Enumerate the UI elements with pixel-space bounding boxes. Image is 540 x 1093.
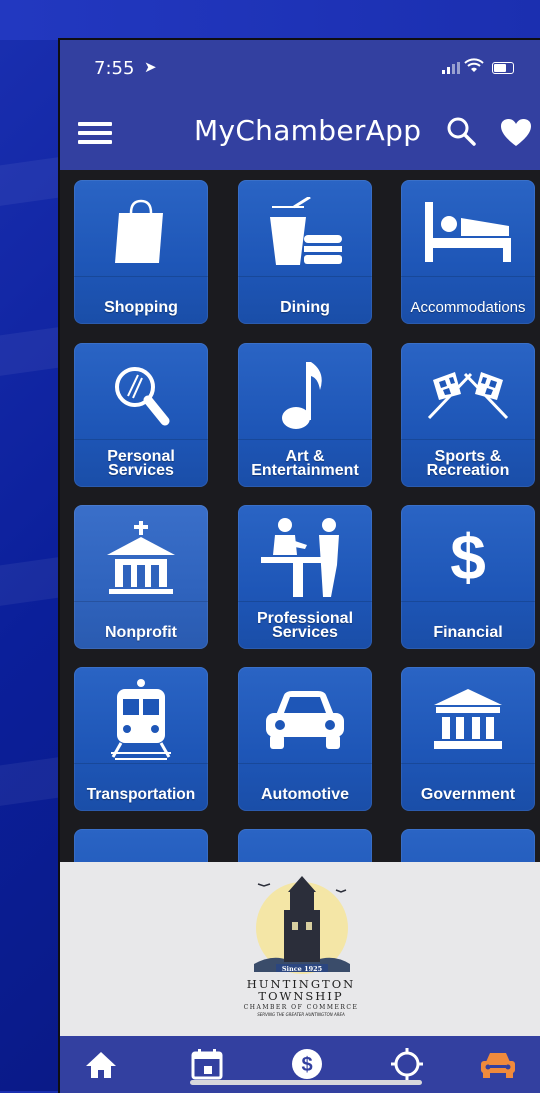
- app-bar: MyChamberApp: [60, 96, 540, 170]
- heart-icon[interactable]: [500, 118, 532, 148]
- category-icon-partial: [238, 839, 372, 862]
- menu-icon[interactable]: [78, 122, 112, 144]
- category-label: Nonprofit: [105, 624, 177, 641]
- category-label-line2: Services: [108, 462, 174, 479]
- category-label: Government: [420, 786, 516, 803]
- svg-text:$: $: [301, 1054, 312, 1076]
- music-note-icon: [238, 353, 372, 437]
- logo-line2: TOWNSHIP: [258, 989, 343, 1003]
- train-icon: [74, 677, 208, 761]
- category-tile-professional-services[interactable]: Professional Services: [238, 505, 372, 649]
- car-tab-icon[interactable]: [478, 1048, 518, 1080]
- wifi-icon: [464, 58, 484, 79]
- car-icon: [238, 677, 372, 761]
- category-tile-personal-services[interactable]: Personal Services: [74, 343, 208, 487]
- category-label: Financial: [433, 624, 503, 641]
- logo-line3: CHAMBER OF COMMERCE: [244, 1004, 359, 1011]
- logo-badge-text: Since 1925: [282, 965, 323, 973]
- category-tile-partial[interactable]: [74, 829, 208, 862]
- target-icon[interactable]: [390, 1048, 424, 1080]
- location-arrow-icon: ➤: [144, 59, 157, 76]
- category-grid: Shopping Dining Accommodations Personal …: [60, 170, 540, 862]
- status-bar: 7:55 ➤: [60, 40, 540, 96]
- background-top-band: [0, 0, 540, 40]
- category-tile-dining[interactable]: Dining: [238, 180, 372, 324]
- logo-line4: SERVING THE GREATER HUNTINGTON AREA: [257, 1012, 345, 1017]
- category-tile-art-entertainment[interactable]: Art & Entertainment: [238, 343, 372, 487]
- magnifier-icon: [74, 353, 208, 437]
- category-tile-nonprofit[interactable]: Nonprofit: [74, 505, 208, 649]
- category-label-line2: Recreation: [426, 462, 510, 479]
- dollar-icon: $: [450, 521, 486, 593]
- category-tile-sports-recreation[interactable]: Sports & Recreation: [401, 343, 535, 487]
- category-icon-partial: [74, 839, 208, 862]
- category-label-line2: Services: [272, 624, 338, 641]
- checkered-flags-icon: [401, 353, 535, 437]
- chamber-logo-banner[interactable]: Since 1925 HUNTINGTON TOWNSHIP CHAMBER O…: [60, 862, 540, 1036]
- category-tile-partial[interactable]: [401, 829, 535, 862]
- government-building-icon: [401, 677, 535, 761]
- category-label: Transportation: [86, 786, 196, 803]
- category-tile-accommodations[interactable]: Accommodations: [401, 180, 535, 324]
- category-label: Automotive: [261, 786, 349, 803]
- signal-icon: [442, 62, 460, 74]
- category-tile-transportation[interactable]: Transportation: [74, 667, 208, 811]
- category-tile-government[interactable]: Government: [401, 667, 535, 811]
- search-icon[interactable]: [446, 116, 476, 146]
- category-tile-automotive[interactable]: Automotive: [238, 667, 372, 811]
- category-label-line2: Entertainment: [251, 462, 359, 479]
- bed-icon: [401, 190, 535, 274]
- chapel-icon: [74, 515, 208, 599]
- category-label: Dining: [280, 299, 330, 316]
- category-icon-partial: [401, 839, 535, 862]
- dollar-coin-icon[interactable]: $: [290, 1048, 324, 1080]
- shopping-bag-icon: [74, 190, 208, 274]
- chamber-logo: Since 1925 HUNTINGTON TOWNSHIP CHAMBER O…: [232, 868, 370, 1038]
- professional-services-icon: [238, 515, 372, 599]
- home-indicator[interactable]: [190, 1080, 422, 1085]
- category-label: Accommodations: [410, 299, 526, 316]
- home-icon[interactable]: [84, 1048, 118, 1080]
- category-tile-financial[interactable]: $ Financial: [401, 505, 535, 649]
- category-label: Shopping: [104, 299, 178, 316]
- category-tile-shopping[interactable]: Shopping: [74, 180, 208, 324]
- phone-screen: 7:55 ➤ MyChamberApp Shopping Dining Acco…: [58, 38, 540, 1093]
- app-title: MyChamberApp: [194, 114, 422, 147]
- battery-icon: [492, 62, 514, 74]
- category-tile-partial[interactable]: [238, 829, 372, 862]
- dining-icon: [238, 190, 372, 274]
- status-time: 7:55: [94, 58, 135, 79]
- calendar-icon[interactable]: [190, 1048, 224, 1080]
